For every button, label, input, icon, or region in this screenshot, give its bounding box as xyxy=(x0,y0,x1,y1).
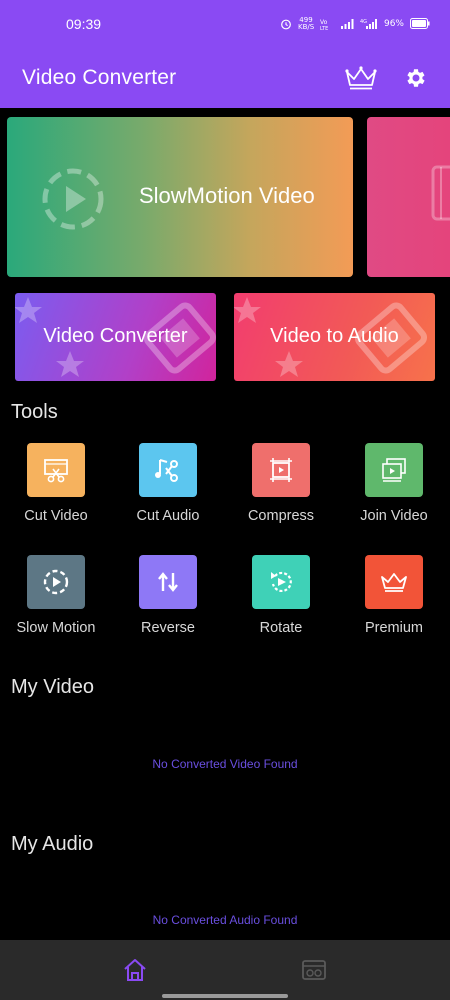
tool-label: Reverse xyxy=(141,620,195,636)
tool-premium[interactable]: Premium xyxy=(338,555,450,636)
app-bar: Video Converter xyxy=(0,47,450,108)
video-to-audio-card[interactable]: Video to Audio xyxy=(234,293,435,381)
svg-text:Vo: Vo xyxy=(320,19,328,26)
tool-rotate[interactable]: Rotate xyxy=(225,555,337,636)
tool-slow-motion[interactable]: Slow Motion xyxy=(0,555,112,636)
reverse-icon xyxy=(139,555,197,609)
status-icons: 499 KB/S Vo LTE 4G 96% xyxy=(280,15,430,31)
network-speed: 499 KB/S xyxy=(297,15,315,31)
volte-icon: VoLTE xyxy=(320,19,328,30)
my-video-empty-message: No Converted Video Found xyxy=(152,757,298,771)
home-indicator xyxy=(162,994,288,998)
rotate-icon xyxy=(252,555,310,609)
gallery-icon[interactable] xyxy=(300,956,328,984)
video-converter-label: Video Converter xyxy=(43,325,188,347)
signal-icon xyxy=(340,18,354,29)
battery-percent: 96% xyxy=(383,18,404,29)
crown-icon xyxy=(365,555,423,609)
my-audio-title: My Audio xyxy=(11,833,94,855)
tool-label: Rotate xyxy=(259,620,303,636)
tools-title: Tools xyxy=(11,401,58,423)
next-banner[interactable] xyxy=(367,117,450,277)
tool-compress[interactable]: Compress xyxy=(225,443,337,524)
star-icon xyxy=(275,351,303,377)
tool-reverse[interactable]: Reverse xyxy=(112,555,224,636)
star-icon xyxy=(15,297,42,323)
my-audio-empty-message: No Converted Audio Found xyxy=(152,913,298,927)
join-video-icon xyxy=(365,443,423,497)
tool-join-video[interactable]: Join Video xyxy=(338,443,450,524)
cut-audio-icon xyxy=(139,443,197,497)
cut-video-icon xyxy=(27,443,85,497)
app-title: Video Converter xyxy=(22,65,177,89)
tool-label: Slow Motion xyxy=(16,620,96,636)
tool-label: Premium xyxy=(364,620,423,636)
home-icon[interactable] xyxy=(121,956,149,984)
tool-cut-audio[interactable]: Cut Audio xyxy=(112,443,224,524)
tool-label: Compress xyxy=(247,508,315,524)
slow-motion-icon xyxy=(27,555,85,609)
compress-icon xyxy=(252,443,310,497)
tool-label: Cut Audio xyxy=(136,508,200,524)
settings-gear-icon[interactable] xyxy=(404,66,428,90)
alarm-icon xyxy=(281,19,291,29)
crown-icon[interactable] xyxy=(344,65,378,91)
video-converter-card[interactable]: Video Converter xyxy=(15,293,216,381)
banner-title: SlowMotion Video xyxy=(139,183,315,208)
play-circle-icon xyxy=(42,168,104,230)
star-icon xyxy=(56,351,84,377)
battery-icon xyxy=(410,18,430,29)
status-time: 09:39 xyxy=(66,15,102,32)
bottom-nav xyxy=(0,940,450,1000)
slowmotion-banner[interactable]: SlowMotion Video xyxy=(7,117,353,277)
film-icon xyxy=(431,165,450,221)
status-bar: 09:39 499 KB/S Vo LTE 4G 96% xyxy=(0,0,450,47)
signal-4g-icon: 4G xyxy=(360,18,377,29)
tool-cut-video[interactable]: Cut Video xyxy=(0,443,112,524)
tool-label: Join Video xyxy=(360,508,428,524)
svg-text:LTE: LTE xyxy=(320,26,328,30)
tool-label: Cut Video xyxy=(24,508,88,524)
my-video-title: My Video xyxy=(11,676,95,698)
star-icon xyxy=(234,297,261,323)
video-to-audio-label: Video to Audio xyxy=(270,325,399,347)
svg-text:4G: 4G xyxy=(360,19,367,25)
